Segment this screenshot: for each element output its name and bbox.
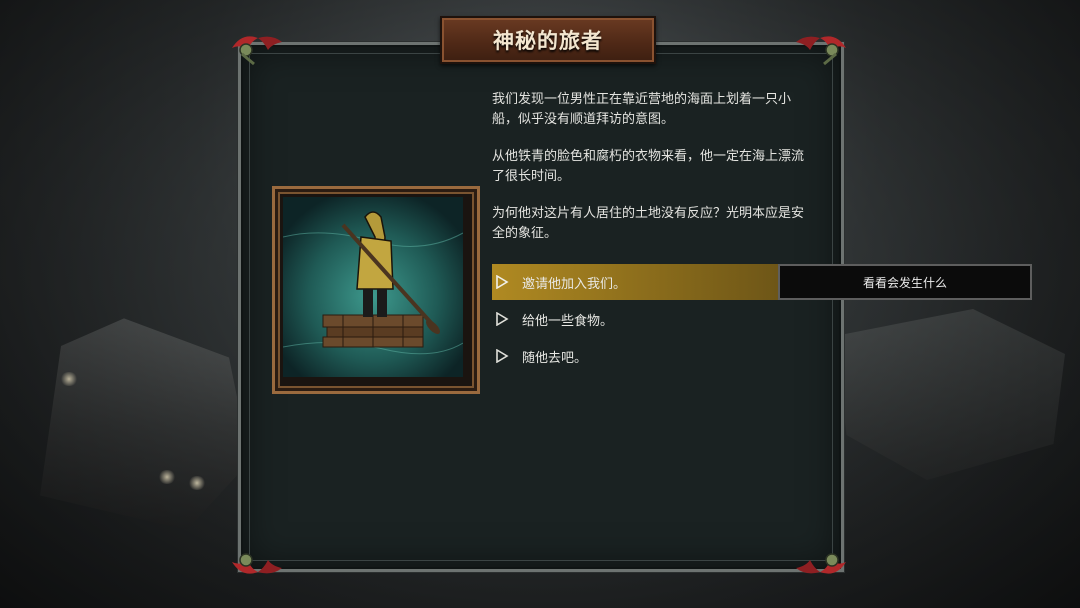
event-title: 神秘的旅者 bbox=[493, 29, 603, 53]
play-triangle-icon bbox=[494, 311, 510, 327]
option-label: 随他去吧。 bbox=[522, 350, 588, 366]
option-tooltip: 看看会发生什么 bbox=[778, 264, 1032, 300]
description-paragraph: 从他铁青的脸色和腐朽的衣物来看，他一定在海上漂流了很长时间。 bbox=[492, 149, 805, 184]
play-triangle-icon bbox=[494, 274, 510, 290]
option-label: 邀请他加入我们。 bbox=[522, 276, 627, 292]
option-invite[interactable]: 邀请他加入我们。 bbox=[492, 264, 778, 300]
event-portrait bbox=[272, 186, 480, 394]
corner-ornament-icon bbox=[232, 553, 282, 574]
play-triangle-icon bbox=[494, 348, 510, 364]
corner-ornament-icon bbox=[796, 553, 846, 574]
corner-ornament-icon bbox=[232, 36, 282, 66]
description-paragraph: 我们发现一位男性正在靠近营地的海面上划着一只小船，似乎没有顺道拜访的意图。 bbox=[492, 92, 792, 127]
option-let-go[interactable]: 随他去吧。 bbox=[492, 338, 778, 374]
option-label: 给他一些食物。 bbox=[522, 313, 614, 329]
description-paragraph: 为何他对这片有人居住的土地没有反应？光明本应是安全的象征。 bbox=[492, 206, 805, 241]
corner-ornament-icon bbox=[796, 36, 846, 66]
raftsman-portrait-icon bbox=[283, 197, 463, 377]
title-plate: 神秘的旅者 bbox=[440, 16, 656, 64]
event-description: 我们发现一位男性正在靠近营地的海面上划着一只小船，似乎没有顺道拜访的意图。 从他… bbox=[492, 90, 812, 261]
option-give-food[interactable]: 给他一些食物。 bbox=[492, 301, 778, 337]
